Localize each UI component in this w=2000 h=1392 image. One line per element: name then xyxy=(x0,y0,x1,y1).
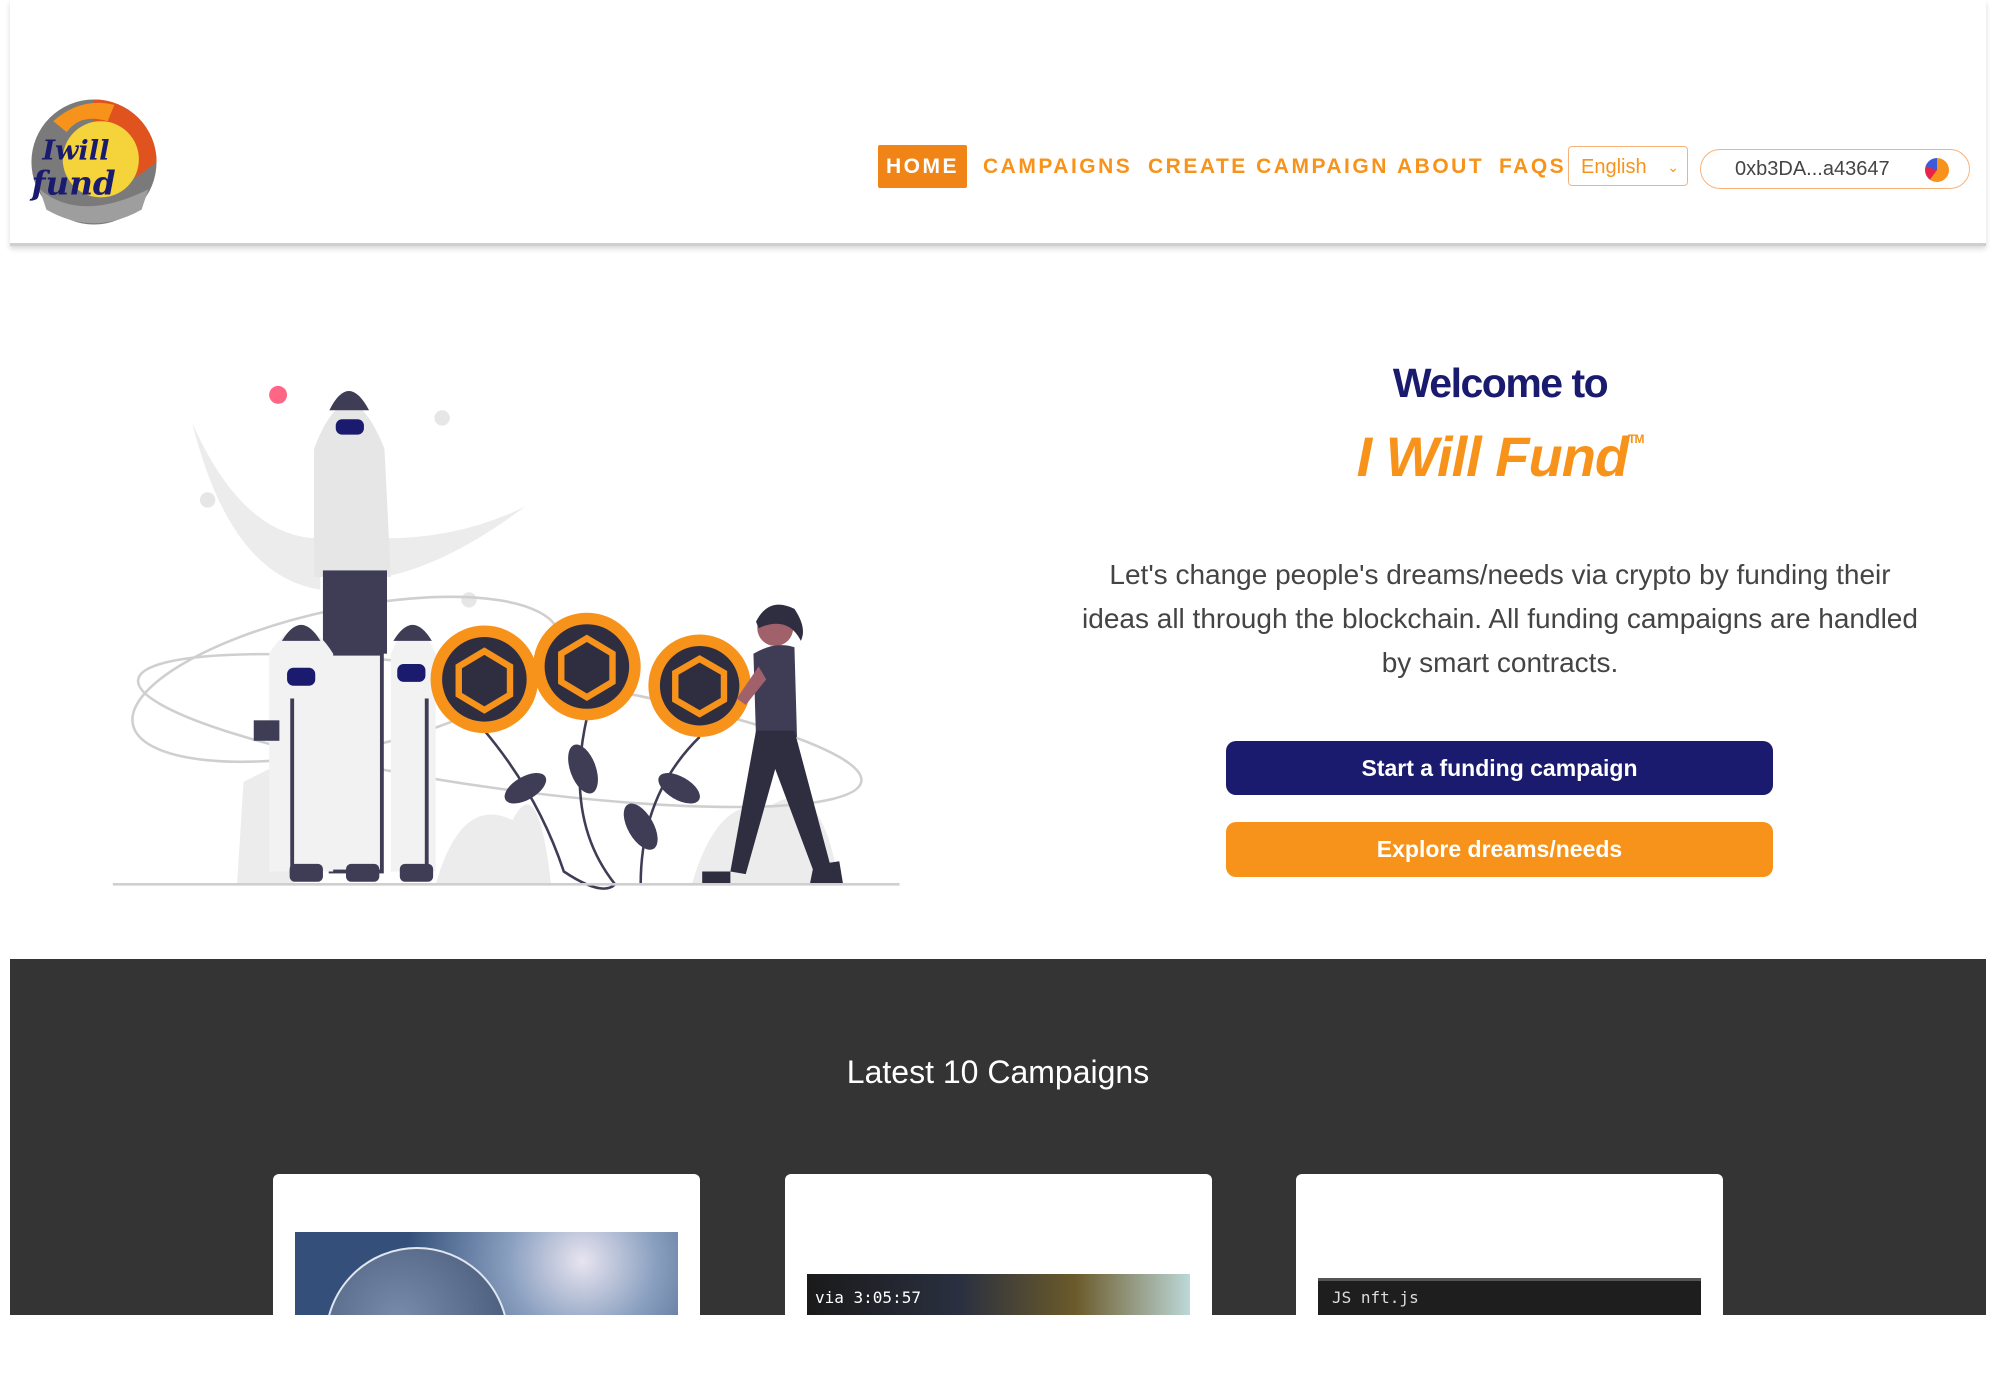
brand-name: I Will Fund xyxy=(1356,425,1630,488)
campaign-card[interactable] xyxy=(273,1174,700,1315)
wallet-address: 0xb3DA...a43647 xyxy=(1735,158,1890,180)
welcome-heading: Welcome to xyxy=(1392,360,1609,406)
code-editor-image: JS nft.js xyxy=(1318,1278,1701,1315)
nav-about[interactable]: ABOUT xyxy=(1397,145,1484,188)
svg-text:fund: fund xyxy=(29,164,115,203)
language-select[interactable]: English ⌄ xyxy=(1568,146,1688,186)
start-campaign-button[interactable]: Start a funding campaign xyxy=(1226,741,1773,795)
campaigns-title: Latest 10 Campaigns xyxy=(846,1054,1150,1090)
language-value: English xyxy=(1581,156,1647,178)
earth-space-image xyxy=(295,1232,678,1315)
campaign-card[interactable]: JS nft.js xyxy=(1296,1174,1723,1315)
wallet-avatar-icon xyxy=(1925,158,1949,182)
nav-faqs[interactable]: FAQS xyxy=(1499,145,1566,188)
bnb-coin xyxy=(648,634,751,737)
pink-dot xyxy=(269,385,288,404)
video-screenshot-image: via 3:05:57 xyxy=(807,1274,1190,1315)
campaigns-section: Latest 10 Campaigns via 3:05:57 JS nft.j… xyxy=(10,959,1986,1315)
nav-home[interactable]: HOME xyxy=(878,145,967,188)
brand-heading: I Will FundTM xyxy=(1040,424,1960,489)
explore-button[interactable]: Explore dreams/needs xyxy=(1226,822,1773,877)
bnb-coin xyxy=(533,612,641,721)
logo[interactable]: Iwill fund xyxy=(26,94,162,230)
code-tab-text: JS nft.js xyxy=(1332,1288,1419,1307)
header: Iwill fund HOME CAMPAIGNS CREATE CAMPAIG… xyxy=(10,0,1986,246)
nav-campaigns[interactable]: CAMPAIGNS xyxy=(983,145,1132,188)
campaign-card[interactable]: via 3:05:57 xyxy=(785,1174,1212,1315)
chevron-down-icon: ⌄ xyxy=(1667,159,1679,175)
wallet-button[interactable]: 0xb3DA...a43647 xyxy=(1700,149,1970,189)
hero-description: Let's change people's dreams/needs via c… xyxy=(1082,559,1918,678)
nav-create-campaign[interactable]: CREATE CAMPAIGN xyxy=(1148,145,1389,188)
bnb-coin xyxy=(430,625,539,734)
video-overlay-text: via 3:05:57 xyxy=(815,1288,921,1307)
hero-illustration xyxy=(112,385,900,890)
trademark: TM xyxy=(1628,432,1644,446)
rocket-right xyxy=(390,624,436,882)
svg-text:Iwill: Iwill xyxy=(41,134,109,166)
